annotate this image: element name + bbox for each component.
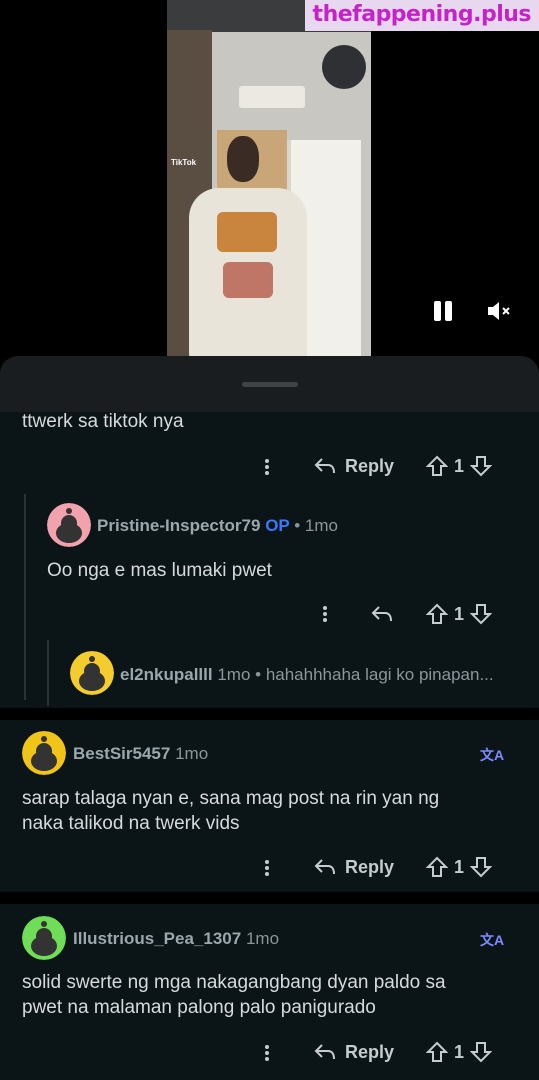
video-player[interactable]: TikTok thefappening.plus xyxy=(0,0,539,365)
vote-controls: 1 xyxy=(426,856,493,878)
reply-icon xyxy=(314,859,335,875)
comment-author-line: BestSir5457 1mo xyxy=(73,744,208,764)
mute-icon[interactable] xyxy=(487,300,513,322)
avatar[interactable] xyxy=(70,651,114,695)
site-watermark: thefappening.plus xyxy=(304,0,539,31)
downvote-icon[interactable] xyxy=(470,455,493,477)
more-options-icon[interactable] xyxy=(264,1043,270,1065)
username[interactable]: Pristine-Inspector79 xyxy=(97,516,260,535)
reply-label: Reply xyxy=(345,1041,395,1062)
reply-label: Reply xyxy=(345,856,395,877)
reply-author-line: Pristine-Inspector79 OP • 1mo xyxy=(97,516,338,536)
reply-button[interactable] xyxy=(370,603,394,625)
timestamp: 1mo xyxy=(217,665,251,684)
timestamp: 1mo xyxy=(175,744,209,763)
upvote-icon[interactable] xyxy=(426,856,448,878)
pause-icon[interactable] xyxy=(432,301,454,321)
vote-count: 1 xyxy=(454,856,465,877)
downvote-icon[interactable] xyxy=(470,856,493,878)
reply-icon xyxy=(371,606,392,622)
vote-controls: 1 xyxy=(426,1041,493,1063)
video-air-conditioner xyxy=(239,86,305,108)
video-shirt-print-lower xyxy=(223,262,273,298)
downvote-icon[interactable] xyxy=(470,1041,493,1063)
upvote-icon[interactable] xyxy=(426,603,448,625)
translate-icon[interactable]: 文A xyxy=(480,930,504,950)
username[interactable]: el2nkupallll xyxy=(120,665,213,684)
vote-controls: 1 xyxy=(426,603,493,625)
sheet-grabber[interactable] xyxy=(242,382,298,387)
comment-text-line2: naka talikod na twerk vids xyxy=(22,813,240,834)
reply-button[interactable]: Reply xyxy=(313,1041,394,1063)
timestamp: 1mo xyxy=(245,929,280,948)
more-options-icon[interactable] xyxy=(322,604,328,626)
avatar[interactable] xyxy=(22,916,66,960)
avatar[interactable] xyxy=(22,731,66,775)
comment-text-line1: sarap talaga nyan e, sana mag post na ri… xyxy=(22,788,440,809)
comment-divider xyxy=(0,708,539,720)
vote-count: 1 xyxy=(454,1041,465,1062)
comment-text-line2: pwet na malaman palong palo panigurado xyxy=(22,997,376,1018)
sheet-header[interactable] xyxy=(0,356,539,412)
op-badge: OP xyxy=(265,516,290,535)
thread-line xyxy=(24,494,26,700)
reply-label: Reply xyxy=(345,455,395,476)
video-person-head xyxy=(227,136,259,182)
more-options-icon[interactable] xyxy=(264,457,270,479)
comment-text: ttwerk sa tiktok nya xyxy=(22,411,184,432)
comments-sheet: ttwerk sa tiktok nya Reply 1 Pristine-In… xyxy=(0,356,539,1080)
reply-button[interactable]: Reply xyxy=(313,856,394,878)
tiktok-watermark: TikTok xyxy=(171,158,197,167)
video-fan xyxy=(322,45,366,89)
more-options-icon[interactable] xyxy=(264,858,270,880)
vote-count: 1 xyxy=(454,603,465,624)
comment-author-line: Illustrious_Pea_1307 1mo xyxy=(73,929,279,949)
downvote-icon[interactable] xyxy=(470,603,493,625)
vote-count: 1 xyxy=(454,455,465,476)
reply-text: Oo nga e mas lumaki pwet xyxy=(47,560,272,581)
upvote-icon[interactable] xyxy=(426,455,448,477)
video-frame[interactable] xyxy=(167,0,371,360)
video-shirt-print xyxy=(217,212,277,252)
reply-icon xyxy=(314,458,335,474)
comment-text-line1: solid swerte ng mga nakagangbang dyan pa… xyxy=(22,972,446,993)
reply-button[interactable]: Reply xyxy=(313,455,394,477)
avatar[interactable] xyxy=(47,503,91,547)
username[interactable]: Illustrious_Pea_1307 xyxy=(73,929,241,948)
username[interactable]: BestSir5457 xyxy=(73,744,170,763)
collapsed-reply-line[interactable]: el2nkupallll 1mo • hahahhhaha lagi ko pi… xyxy=(120,665,494,685)
reply-preview: • hahahhhaha lagi ko pinapan... xyxy=(255,665,494,684)
upvote-icon[interactable] xyxy=(426,1041,448,1063)
comment-divider xyxy=(0,892,539,904)
thread-line-nested xyxy=(47,640,49,706)
timestamp: 1mo xyxy=(304,516,338,535)
separator: • xyxy=(294,516,301,535)
reply-icon xyxy=(314,1044,335,1060)
translate-icon[interactable]: 文A xyxy=(480,745,504,765)
vote-controls: 1 xyxy=(426,455,493,477)
